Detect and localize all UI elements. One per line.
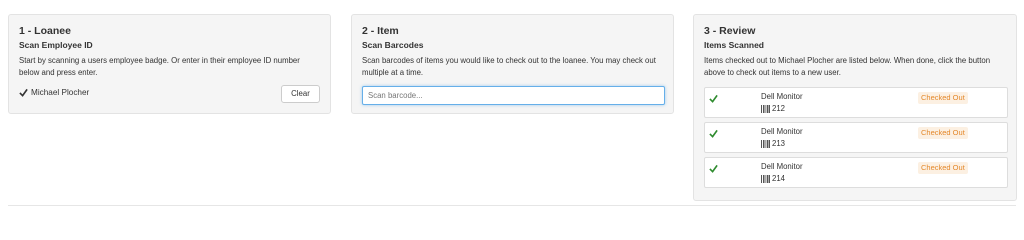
barcode-icon bbox=[761, 175, 770, 183]
clear-button[interactable]: Clear bbox=[281, 85, 320, 103]
item-panel: 2 - Item Scan Barcodes Scan barcodes of … bbox=[351, 14, 674, 114]
review-panel: 3 - Review Items Scanned Items checked o… bbox=[693, 14, 1017, 201]
scanned-items-list: Dell Monitor 212 Checked Out Dell Monito… bbox=[704, 87, 1008, 192]
check-icon bbox=[19, 88, 28, 97]
check-icon bbox=[709, 164, 718, 173]
bottom-divider bbox=[8, 205, 1016, 206]
review-description: Items checked out to Michael Plocher are… bbox=[704, 56, 991, 77]
item-tag: 214 bbox=[761, 174, 785, 184]
loanee-title: 1 - Loanee bbox=[19, 25, 71, 37]
status-badge: Checked Out bbox=[918, 127, 968, 139]
item-tag-number: 212 bbox=[772, 104, 786, 113]
selected-loanee-row: Michael Plocher Clear bbox=[19, 85, 320, 105]
status-badge: Checked Out bbox=[918, 162, 968, 174]
item-tag-number: 214 bbox=[772, 174, 786, 183]
item-name: Dell Monitor bbox=[761, 92, 803, 101]
list-item: Dell Monitor 214 Checked Out bbox=[704, 157, 1008, 188]
barcode-icon bbox=[761, 105, 770, 113]
loanee-name: Michael Plocher bbox=[31, 88, 90, 97]
status-badge: Checked Out bbox=[918, 92, 968, 104]
check-icon bbox=[709, 94, 718, 103]
loanee-description: Start by scanning a users employee badge… bbox=[19, 56, 300, 77]
barcode-icon bbox=[761, 140, 770, 148]
item-subtitle: Scan Barcodes bbox=[362, 40, 424, 50]
check-icon bbox=[709, 129, 718, 138]
item-name: Dell Monitor bbox=[761, 127, 803, 136]
loanee-panel: 1 - Loanee Scan Employee ID Start by sca… bbox=[8, 14, 331, 114]
list-item: Dell Monitor 212 Checked Out bbox=[704, 87, 1008, 118]
review-title: 3 - Review bbox=[704, 25, 756, 37]
item-title: 2 - Item bbox=[362, 25, 399, 37]
review-subtitle: Items Scanned bbox=[704, 40, 764, 50]
item-tag: 212 bbox=[761, 104, 785, 114]
item-description: Scan barcodes of items you would like to… bbox=[362, 56, 656, 77]
loanee-subtitle: Scan Employee ID bbox=[19, 40, 93, 50]
item-tag: 213 bbox=[761, 139, 785, 149]
item-name: Dell Monitor bbox=[761, 162, 803, 171]
item-tag-number: 213 bbox=[772, 139, 786, 148]
selected-loanee: Michael Plocher bbox=[19, 88, 89, 97]
scan-barcode-input[interactable] bbox=[362, 86, 665, 105]
list-item: Dell Monitor 213 Checked Out bbox=[704, 122, 1008, 153]
